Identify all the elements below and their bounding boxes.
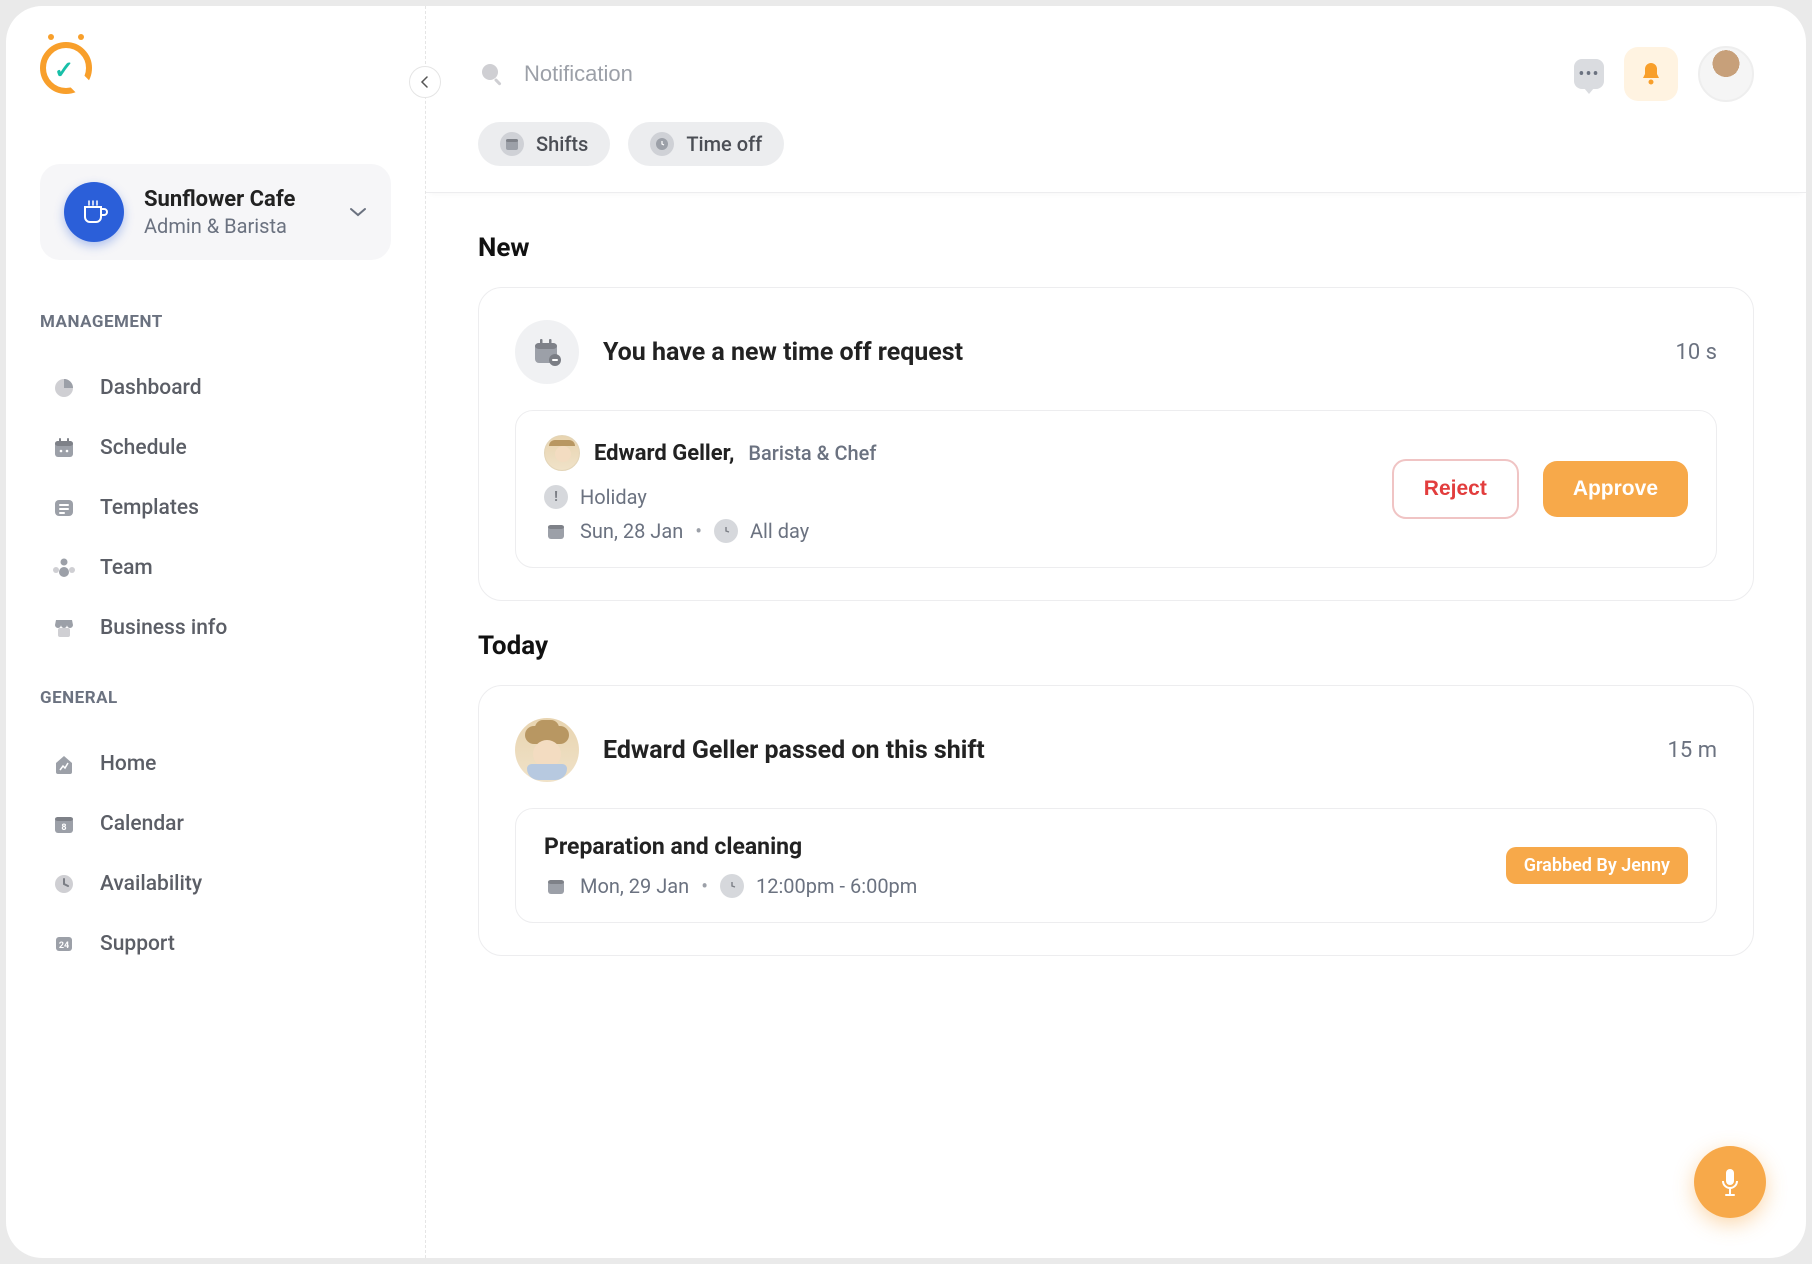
sidebar-item-team[interactable]: Team [40, 538, 391, 598]
clock-small-icon [650, 132, 674, 156]
content: New You have a new time off request 10 s [426, 193, 1806, 1258]
request-duration: All day [750, 519, 809, 543]
workspace-role: Admin & Barista [144, 214, 329, 238]
request-reason: Holiday [580, 485, 647, 509]
nav-label: Templates [100, 496, 199, 520]
voice-fab-button[interactable] [1694, 1146, 1766, 1218]
nav-label: Business info [100, 616, 227, 640]
sidebar-item-support[interactable]: 24 Support [40, 914, 391, 974]
reject-button[interactable]: Reject [1392, 459, 1519, 519]
nav-label: Dashboard [100, 376, 202, 400]
time-off-request-card: Edward Geller, Barista & Chef ! Holiday … [515, 410, 1717, 568]
chevron-left-icon [419, 76, 431, 88]
chevron-down-icon [349, 206, 367, 218]
sidebar-item-schedule[interactable]: Schedule [40, 418, 391, 478]
shift-card: Preparation and cleaning Mon, 29 Jan • 1… [515, 808, 1717, 923]
person-avatar [515, 718, 579, 782]
ellipsis-icon: ••• [1578, 64, 1599, 85]
info-icon: ! [544, 485, 568, 509]
user-avatar[interactable] [1698, 46, 1754, 102]
calendar-icon [50, 434, 78, 462]
person-role: Barista & Chef [748, 441, 876, 465]
notifications-button[interactable] [1624, 47, 1678, 101]
nav-label: Availability [100, 872, 202, 896]
store-icon [50, 614, 78, 642]
person-name: Edward Geller, [594, 441, 734, 466]
topbar: ••• [426, 6, 1806, 122]
section-label-general: GENERAL [40, 688, 391, 708]
support-icon: 24 [50, 930, 78, 958]
nav-label: Schedule [100, 436, 187, 460]
filter-bar: Shifts Time off [426, 122, 1806, 193]
notification-title: Edward Geller passed on this shift [603, 736, 1644, 765]
logo[interactable]: ✓ [40, 42, 391, 94]
workspace-name: Sunflower Cafe [144, 187, 329, 212]
filter-chip-time-off[interactable]: Time off [628, 122, 784, 166]
shift-status-badge: Grabbed By Jenny [1506, 847, 1688, 884]
section-label-management: MANAGEMENT [40, 312, 391, 332]
sidebar-item-calendar[interactable]: 8 Calendar [40, 794, 391, 854]
notification-title: You have a new time off request [603, 338, 1651, 367]
svg-text:24: 24 [59, 941, 69, 951]
workspace-switcher[interactable]: Sunflower Cafe Admin & Barista [40, 164, 391, 260]
chat-button[interactable]: ••• [1574, 59, 1604, 89]
nav-label: Team [100, 556, 153, 580]
nav-label: Support [100, 932, 175, 956]
search-input[interactable] [524, 61, 812, 87]
person-avatar [544, 435, 580, 471]
request-date: Sun, 28 Jan [580, 519, 683, 543]
calendar-small-icon [500, 132, 524, 156]
notification-age: 10 s [1675, 340, 1717, 365]
sidebar-item-availability[interactable]: Availability [40, 854, 391, 914]
team-icon [50, 554, 78, 582]
calendar-date-icon: 8 [50, 810, 78, 838]
list-icon [50, 494, 78, 522]
separator: • [695, 519, 702, 543]
notification-card-time-off: You have a new time off request 10 s Edw… [478, 287, 1754, 601]
clock-icon [714, 519, 738, 543]
svg-text:8: 8 [61, 823, 66, 833]
sidebar-item-dashboard[interactable]: Dashboard [40, 358, 391, 418]
nav-label: Calendar [100, 812, 184, 836]
notification-card-shift: Edward Geller passed on this shift 15 m … [478, 685, 1754, 956]
nav-label: Home [100, 752, 156, 776]
bell-icon [1639, 61, 1663, 87]
clock-icon [720, 874, 744, 898]
shift-date: Mon, 29 Jan [580, 874, 689, 898]
clock-icon [50, 870, 78, 898]
calendar-icon [544, 519, 568, 543]
shift-time: 12:00pm - 6:00pm [756, 874, 917, 898]
collapse-sidebar-button[interactable] [409, 66, 441, 98]
separator: • [701, 874, 708, 898]
app-frame: ✓ Sunflower Cafe Admin & Barista MANAGEM… [6, 6, 1806, 1258]
section-title-new: New [478, 233, 1754, 263]
search-icon [478, 60, 506, 88]
section-title-today: Today [478, 631, 1754, 661]
shift-name: Preparation and cleaning [544, 833, 1506, 860]
sidebar-item-templates[interactable]: Templates [40, 478, 391, 538]
calendar-icon [544, 874, 568, 898]
filter-chip-shifts[interactable]: Shifts [478, 122, 610, 166]
microphone-icon [1718, 1167, 1742, 1197]
notification-age: 15 m [1668, 738, 1717, 763]
calendar-minus-icon [515, 320, 579, 384]
sidebar-item-business-info[interactable]: Business info [40, 598, 391, 658]
chip-label: Shifts [536, 132, 588, 156]
sidebar: ✓ Sunflower Cafe Admin & Barista MANAGEM… [6, 6, 426, 1258]
home-icon [50, 750, 78, 778]
coffee-cup-icon [64, 182, 124, 242]
main: ••• Shifts Time off [426, 6, 1806, 1258]
sidebar-item-home[interactable]: Home [40, 734, 391, 794]
pie-chart-icon [50, 374, 78, 402]
chip-label: Time off [686, 132, 762, 156]
approve-button[interactable]: Approve [1543, 461, 1688, 517]
